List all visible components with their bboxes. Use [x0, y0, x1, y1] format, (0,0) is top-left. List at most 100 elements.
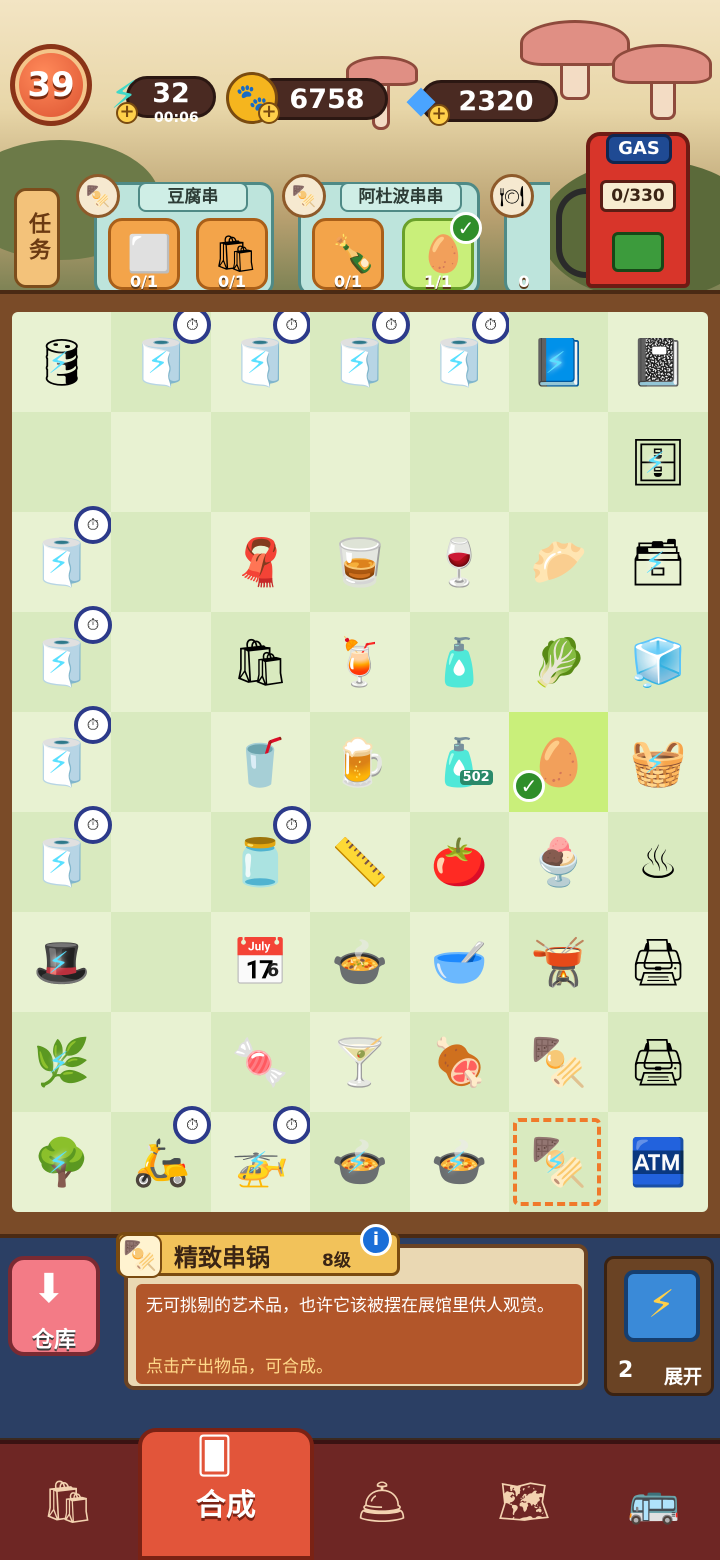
machine-icon[interactable]: 🏧: [608, 1112, 707, 1212]
calendar-icon[interactable]: 📅: [211, 912, 310, 1012]
board-cell[interactable]: 🎩 ⚡: [12, 912, 111, 1012]
board-cell[interactable]: 🥣: [410, 912, 509, 1012]
board-cell[interactable]: 🧻 ⚡ ⏱: [12, 706, 112, 812]
board-cell[interactable]: 🥚 ✓: [509, 712, 609, 812]
board-cell[interactable]: 🥟: [509, 512, 609, 612]
paper-bag-icon[interactable]: 🛍: [211, 612, 310, 712]
quest-button[interactable]: 任务: [14, 188, 60, 288]
board-cell[interactable]: 🧴: [409, 612, 509, 712]
ruler-icon[interactable]: 📏: [310, 812, 409, 912]
board-cell[interactable]: 🍢 ⚡: [509, 1112, 609, 1212]
board-cell[interactable]: 🥃: [310, 512, 410, 612]
cloth-icon[interactable]: 🧣: [211, 512, 310, 612]
board-cell[interactable]: 🧣: [211, 512, 310, 612]
board-cell[interactable]: 🍲 ⚡: [410, 1112, 509, 1212]
glue-502-icon[interactable]: 🧴: [410, 712, 509, 812]
board-cell[interactable]: 🥤: [211, 712, 310, 812]
board-cell[interactable]: [111, 812, 210, 912]
board-cell[interactable]: [509, 412, 608, 512]
board-cell[interactable]: 🧻 ⚡ ⏱: [12, 806, 112, 912]
board-cell[interactable]: 🍲 ⚡: [310, 1112, 410, 1212]
gas-pump[interactable]: GAS 0/330: [586, 132, 690, 288]
board-cell[interactable]: 🍺: [310, 712, 410, 812]
board-cell[interactable]: 🚁 ⚡ ⏱: [211, 1106, 311, 1212]
board-cell[interactable]: [111, 512, 211, 612]
goblet-icon[interactable]: 🍷: [410, 512, 509, 612]
board-cell[interactable]: 🫕: [509, 912, 609, 1012]
board-cell[interactable]: 🧊: [608, 612, 708, 712]
cabbage-icon[interactable]: 🥬: [509, 612, 608, 712]
board-cell[interactable]: 🧻 ⚡ ⏱: [111, 312, 212, 412]
board-cell[interactable]: 🗄 ⚡: [608, 412, 708, 512]
board-cell[interactable]: [111, 412, 210, 512]
cola-glass-icon[interactable]: 🥤: [211, 712, 310, 812]
board-cell[interactable]: 🧴 502: [410, 712, 509, 812]
printer-icon[interactable]: 🖨: [608, 912, 707, 1012]
board-cell[interactable]: 🌿 ⚡: [12, 1012, 112, 1112]
coin-plus-icon[interactable]: +: [258, 102, 280, 124]
stove-icon[interactable]: ♨: [608, 812, 707, 912]
glue-bottle-icon[interactable]: 🧴: [410, 612, 509, 712]
energy-plus-icon[interactable]: +: [116, 102, 138, 124]
whisky-glass-icon[interactable]: 🥃: [310, 512, 409, 612]
board-cell[interactable]: 🛢 ⚡: [12, 312, 111, 412]
spiral-pad-icon[interactable]: 📓: [608, 312, 707, 412]
printer-big-icon[interactable]: 🖨: [608, 1012, 707, 1112]
board-cell[interactable]: [111, 612, 210, 712]
board-cell[interactable]: 🌳 ⚡: [12, 1112, 111, 1212]
board-cell[interactable]: 🫙 ⏱: [210, 806, 311, 912]
board-cell[interactable]: 🧻 ⚡ ⏱: [12, 606, 112, 712]
board-cell[interactable]: [111, 912, 211, 1012]
board-cell[interactable]: [210, 412, 311, 512]
board-cell[interactable]: 🍲: [310, 912, 410, 1012]
board-cell[interactable]: 🛍: [210, 612, 311, 712]
board-cell[interactable]: 🧻 ⚡ ⏱: [12, 506, 112, 612]
board-cell[interactable]: [111, 1012, 210, 1112]
nav-map[interactable]: 🗺: [474, 1462, 574, 1542]
board-cell[interactable]: 🖨: [608, 1012, 708, 1112]
board-cell[interactable]: 🛵 ⏱: [111, 1106, 212, 1212]
board-cell[interactable]: 🍅: [409, 812, 509, 912]
skewer-box-icon[interactable]: 🍢: [509, 1012, 608, 1112]
board-cell[interactable]: 🖨: [608, 912, 707, 1012]
beer-glass-icon[interactable]: 🍺: [310, 712, 409, 812]
soup-pot-icon[interactable]: 🥣: [410, 912, 509, 1012]
board-cell[interactable]: [409, 412, 509, 512]
nav-shop[interactable]: 🛍: [18, 1462, 118, 1542]
board-cell[interactable]: 🍨: [509, 812, 608, 912]
board-cell[interactable]: 🍢: [509, 1012, 608, 1112]
cocktail-icon[interactable]: 🍸: [310, 1012, 409, 1112]
board-cell[interactable]: 🧻 ⚡ ⏱: [410, 312, 510, 412]
sugar-cubes-icon[interactable]: 🧊: [608, 612, 707, 712]
board-cell[interactable]: [310, 412, 409, 512]
board-cell[interactable]: 🗃 ⚡: [608, 512, 707, 612]
meat-plate-icon[interactable]: 🍖: [410, 1012, 509, 1112]
board-cell[interactable]: 🥬: [509, 612, 608, 712]
iced-drink-icon[interactable]: 🍹: [310, 612, 409, 712]
board-cell[interactable]: 📘 ⚡: [509, 312, 609, 412]
meatball-icon[interactable]: 🥟: [509, 512, 608, 612]
board-cell[interactable]: 🍖: [409, 1012, 509, 1112]
board-cell[interactable]: 📓: [608, 312, 707, 412]
board-cell[interactable]: [111, 712, 211, 812]
board-cell[interactable]: ♨: [608, 812, 708, 912]
lidded-pot-icon[interactable]: 🫕: [509, 912, 608, 1012]
board-cell[interactable]: 📅 6: [211, 912, 310, 1012]
nav-restaurant[interactable]: 🛎: [332, 1462, 432, 1542]
board-cell[interactable]: 🍷: [410, 512, 509, 612]
candy-icon[interactable]: 🍬: [211, 1012, 310, 1112]
board-cell[interactable]: 🍬: [210, 1012, 311, 1112]
info-icon[interactable]: i: [360, 1224, 392, 1256]
empty-pot-icon[interactable]: 🍲: [310, 912, 409, 1012]
board-cell[interactable]: 🍹: [310, 612, 409, 712]
board-cell[interactable]: [12, 412, 112, 512]
nav-bus[interactable]: 🚌: [604, 1462, 704, 1542]
parfait-icon[interactable]: 🍨: [509, 812, 608, 912]
board-cell[interactable]: 📏: [310, 812, 409, 912]
gem-plus-icon[interactable]: +: [428, 104, 450, 126]
board-cell[interactable]: 🏧: [608, 1112, 707, 1212]
board-cell[interactable]: 🍸: [310, 1012, 409, 1112]
board-cell[interactable]: 🧻 ⚡ ⏱: [310, 312, 411, 412]
player-level-badge[interactable]: 39: [10, 44, 92, 126]
ketchup-icon[interactable]: 🍅: [410, 812, 509, 912]
